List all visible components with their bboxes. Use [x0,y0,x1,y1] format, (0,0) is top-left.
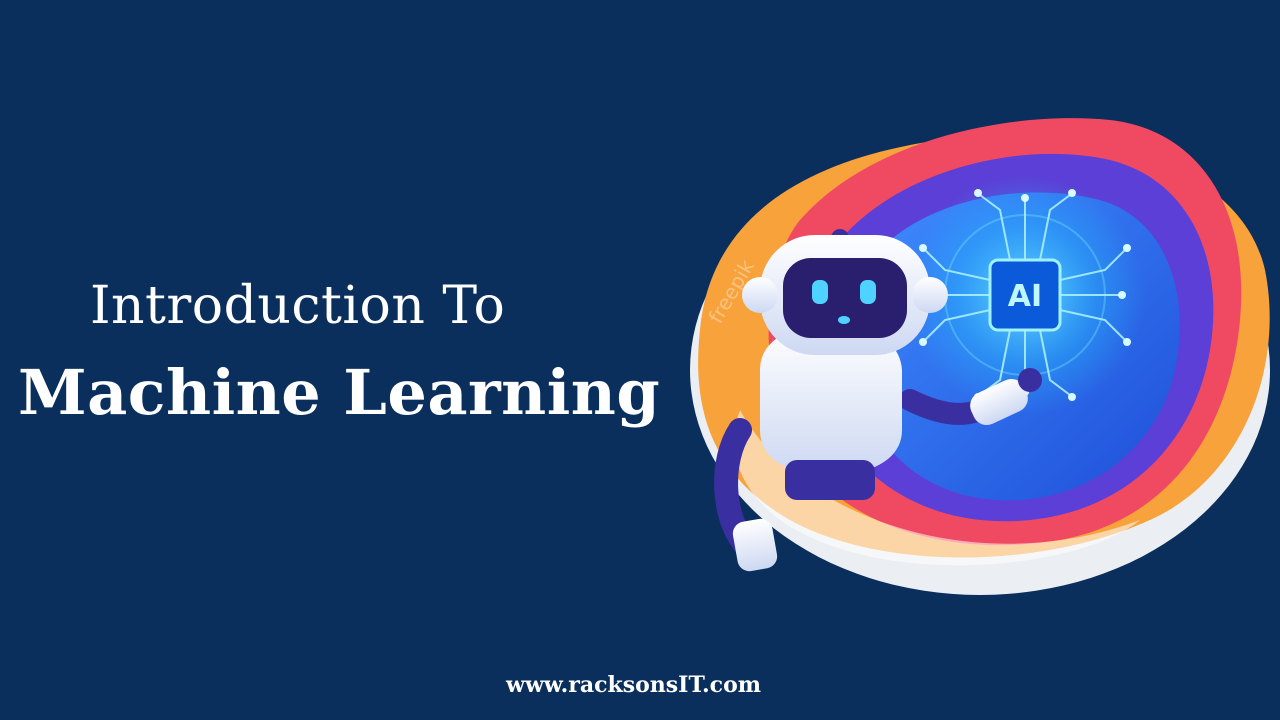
robot-left-eye [812,280,828,304]
ai-chip-label: AI [1008,279,1042,314]
robot-ai-illustration: AI freepik [690,118,1270,595]
title-line-machine-learning: Machine Learning [18,356,661,429]
title-block: Introduction To Machine Learning [0,268,690,468]
robot-mouth [838,316,850,324]
robot-right-eye [860,280,876,304]
robot-face-screen [783,258,907,338]
website-url: www.racksonsIT.com [506,672,762,698]
title-line-introduction: Introduction To [90,276,506,336]
slide: Introduction To Machine Learning AI free… [0,0,1280,720]
